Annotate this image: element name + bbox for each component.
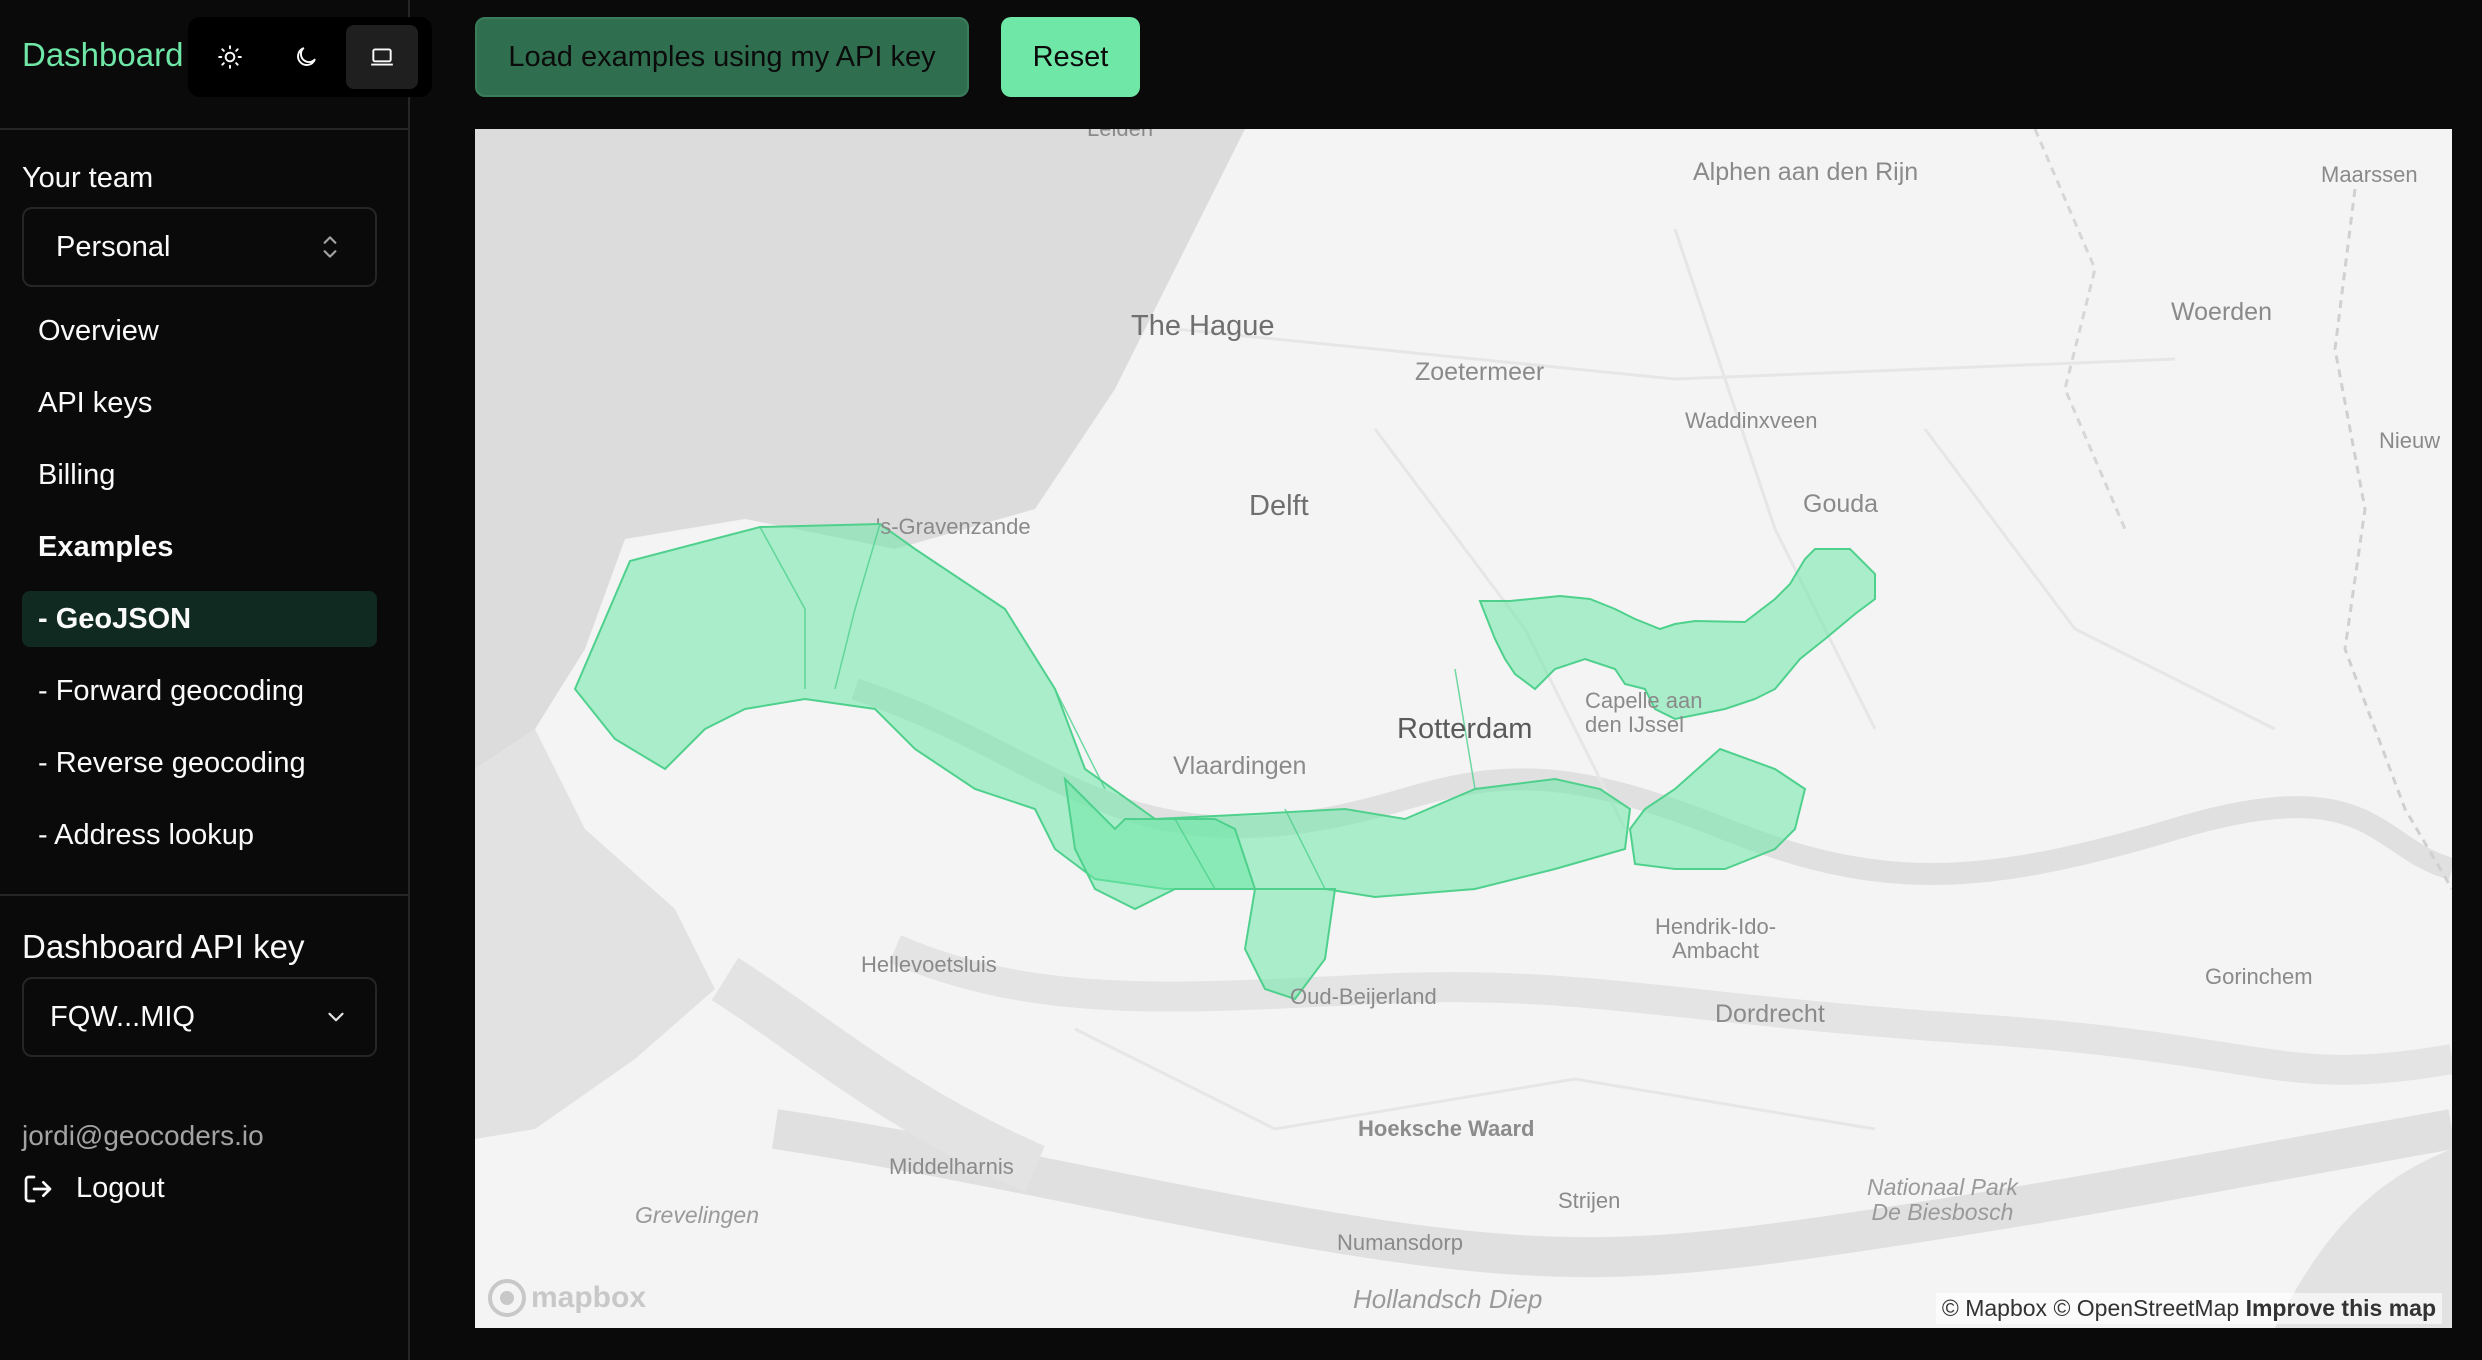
map-attribution: © Mapbox © OpenStreetMap Improve this ma…: [1935, 1293, 2442, 1324]
team-label: Your team: [22, 162, 154, 194]
team-select-value: Personal: [56, 230, 171, 263]
logout-label: Logout: [76, 1172, 165, 1204]
chevrons-up-down-icon: [323, 236, 337, 258]
mapbox-icon: [488, 1279, 526, 1317]
nav-api-keys[interactable]: API keys: [22, 375, 377, 431]
nav-examples[interactable]: Examples: [22, 519, 377, 575]
system-theme-button[interactable]: [346, 25, 418, 89]
place-label: Hendrik-Ido- Ambacht: [1655, 914, 1777, 964]
attribution-mapbox-link[interactable]: © Mapbox: [1942, 1295, 2047, 1321]
nav-geojson[interactable]: - GeoJSON: [22, 591, 377, 647]
place-label: Middelharnis: [889, 1154, 1014, 1179]
place-label: Numansdorp: [1337, 1230, 1463, 1255]
divider: [0, 894, 410, 896]
chevron-down-icon: [328, 1012, 344, 1022]
user-email: jordi@geocoders.io: [22, 1120, 264, 1151]
place-label: Hollandsch Diep: [1353, 1284, 1543, 1314]
place-label: Maarssen: [2321, 162, 2418, 187]
place-label: Strijen: [1558, 1188, 1621, 1213]
place-label: Grevelingen: [635, 1202, 760, 1228]
divider: [0, 128, 410, 130]
reset-button[interactable]: Reset: [1001, 17, 1140, 97]
team-select[interactable]: Personal: [22, 207, 377, 287]
place-label: Hoeksche Waard: [1358, 1116, 1535, 1141]
attribution-osm-link[interactable]: © OpenStreetMap: [2053, 1295, 2239, 1321]
place-label: Hellevoetsluis: [861, 952, 997, 977]
sun-icon: [218, 45, 242, 69]
nav-forward-geocoding[interactable]: - Forward geocoding: [22, 663, 377, 719]
place-label: Zoetermeer: [1415, 358, 1545, 386]
place-label: Nieuw: [2379, 428, 2441, 453]
place-label: Alphen aan den Rijn: [1693, 158, 1919, 186]
improve-map-link[interactable]: Improve this map: [2246, 1295, 2436, 1321]
api-key-label: Dashboard API key: [22, 928, 305, 965]
light-theme-button[interactable]: [194, 25, 266, 89]
load-examples-button[interactable]: Load examples using my API key: [475, 17, 969, 97]
brand-title[interactable]: Dashboard: [22, 36, 183, 74]
place-label: Oud-Beijerland: [1290, 984, 1437, 1009]
moon-icon: [297, 47, 316, 66]
nav-billing[interactable]: Billing: [22, 447, 377, 503]
mapbox-logo[interactable]: mapbox: [487, 1278, 646, 1318]
theme-toggle: [188, 17, 432, 97]
sidebar: Dashboard Your team Personal Overview AP…: [0, 0, 432, 1360]
nav-address-lookup[interactable]: - Address lookup: [22, 807, 377, 863]
nav-overview[interactable]: Overview: [22, 303, 377, 359]
place-label: The Hague: [1131, 310, 1275, 342]
laptop-icon: [371, 48, 393, 66]
dark-theme-button[interactable]: [270, 25, 342, 89]
place-label: Waddinxveen: [1685, 408, 1818, 433]
place-label: 's-Gravenzande: [876, 514, 1031, 539]
logout-button[interactable]: Logout: [22, 1172, 165, 1205]
nav-reverse-geocoding[interactable]: - Reverse geocoding: [22, 735, 377, 791]
logout-icon: [24, 1175, 52, 1202]
place-label: Capelle aan den IJssel: [1585, 688, 1703, 738]
mapbox-logo-text: mapbox: [531, 1281, 647, 1314]
place-label: Rotterdam: [1397, 713, 1533, 745]
place-label: Delft: [1249, 490, 1309, 522]
map[interactable]: Leiden Alphen aan den Rijn Maarssen The …: [475, 129, 2452, 1328]
place-label: Woerden: [2171, 298, 2272, 326]
place-label: Dordrecht: [1715, 1000, 1825, 1028]
api-key-select-value: FQW...MIQ: [50, 1000, 195, 1033]
place-label: Vlaardingen: [1173, 752, 1307, 780]
place-label: Leiden: [1087, 129, 1153, 141]
place-label: Nationaal Park De Biesbosch: [1867, 1174, 2018, 1226]
api-key-select[interactable]: FQW...MIQ: [22, 977, 377, 1057]
place-label: Gouda: [1803, 490, 1879, 518]
place-label: Gorinchem: [2205, 964, 2313, 989]
